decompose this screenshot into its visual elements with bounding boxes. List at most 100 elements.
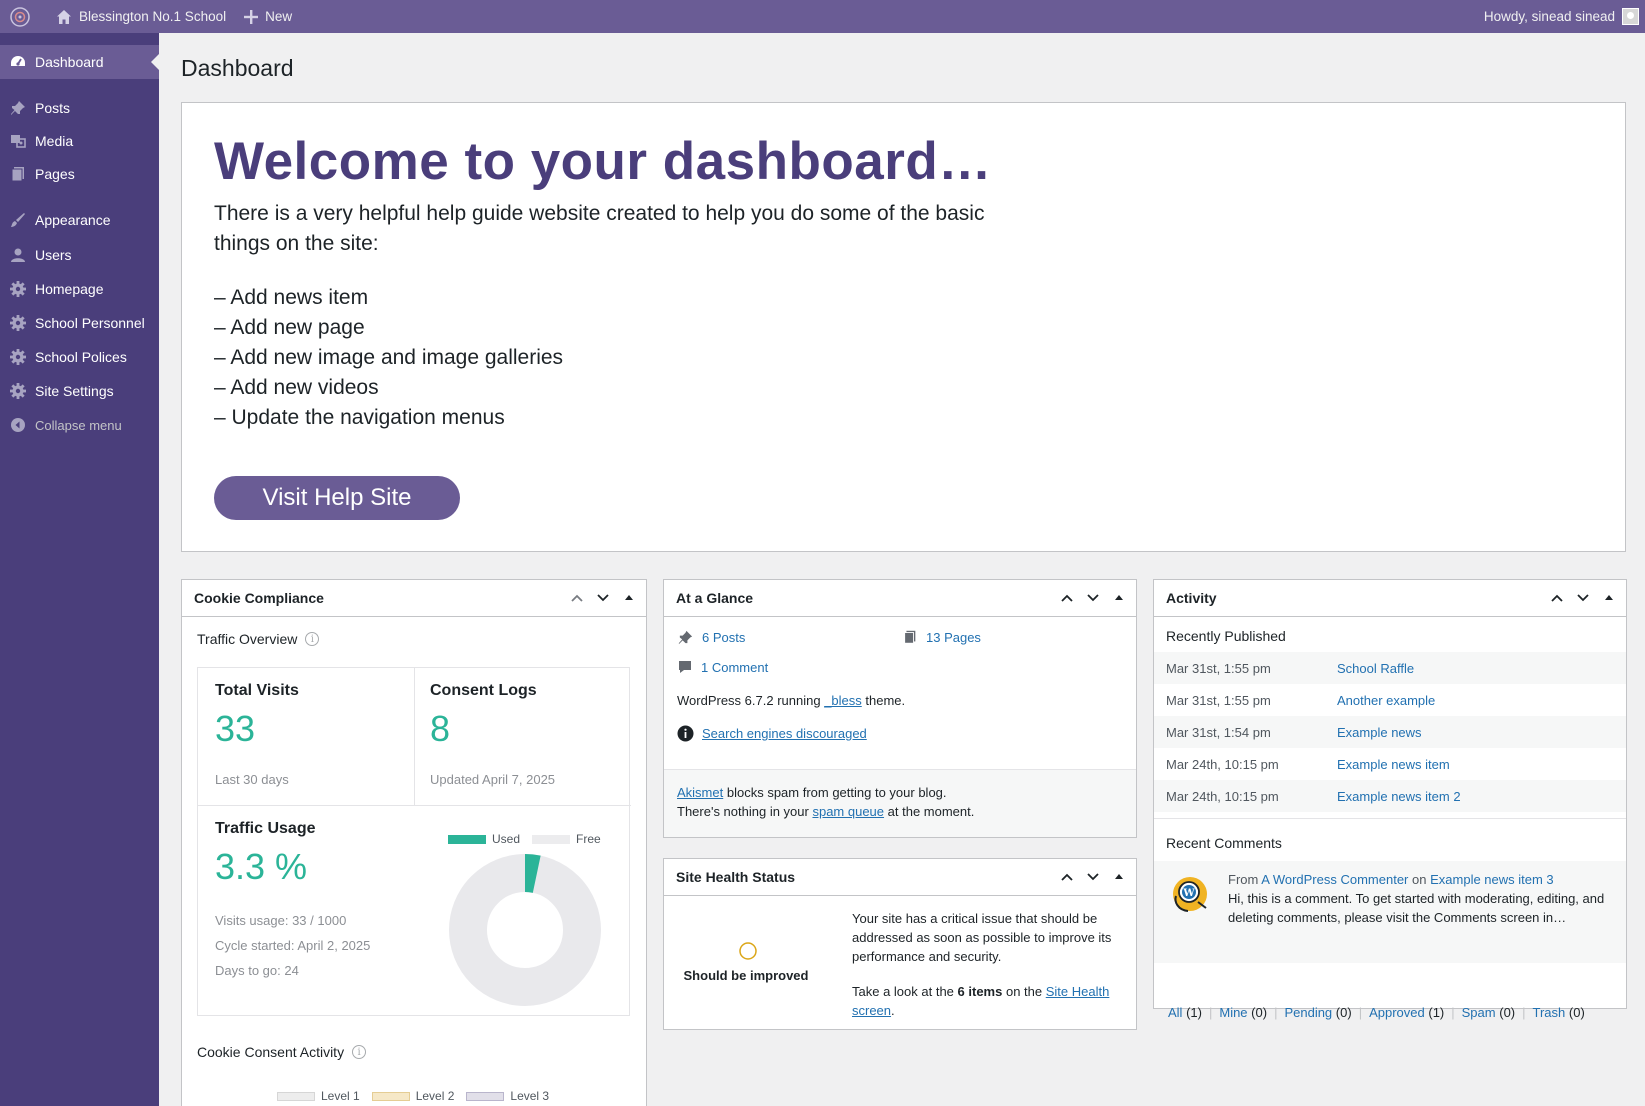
post-link[interactable]: Example news item — [1337, 757, 1450, 772]
menu-item-dashboard[interactable]: Dashboard — [0, 45, 159, 79]
menu-item-site-settings[interactable]: Site Settings — [0, 374, 159, 408]
search-engines-discouraged-link[interactable]: Search engines discouraged — [702, 726, 867, 741]
collapse-label: Collapse menu — [35, 417, 122, 433]
consent-activity-label: Cookie Consent Activity — [197, 1044, 345, 1060]
filter-mine[interactable]: Mine (0) — [1219, 1005, 1267, 1020]
posts-count-link[interactable]: 6 Posts — [677, 629, 745, 646]
widget-header: At a Glance — [664, 580, 1136, 617]
cookie-compliance-widget: Cookie Compliance Traffic Overview i Tot… — [181, 579, 647, 1106]
wp-logo-button[interactable] — [0, 0, 47, 33]
filter-pending[interactable]: Pending (0) — [1284, 1005, 1351, 1020]
list-item: Mar 31st, 1:54 pm Example news — [1154, 716, 1626, 748]
post-link[interactable]: Another example — [1337, 693, 1435, 708]
move-up-button[interactable] — [1544, 585, 1570, 611]
menu-item-homepage[interactable]: Homepage — [0, 272, 159, 306]
list-item: – Add new page — [214, 316, 365, 339]
page-title: Dashboard — [181, 55, 294, 81]
list-item: – Add news item — [214, 286, 369, 309]
at-a-glance-widget: At a Glance 6 Posts 13 Pages 1 Comment W… — [663, 579, 1137, 838]
comments-count: 1 Comment — [701, 659, 769, 675]
comment-on: on — [1412, 872, 1427, 887]
info-icon[interactable]: i — [305, 632, 320, 646]
move-up-button[interactable] — [564, 585, 590, 611]
collapse-menu-button[interactable]: Collapse menu — [0, 408, 159, 442]
menu-item-school-polices[interactable]: School Polices — [0, 340, 159, 374]
pages-count-link[interactable]: 13 Pages — [902, 629, 981, 645]
post-link[interactable]: School Raffle — [1337, 661, 1414, 676]
new-content-button[interactable]: New — [235, 0, 301, 33]
welcome-panel: Welcome to your dashboard… There is a ve… — [181, 102, 1626, 552]
level-2-swatch — [371, 1091, 410, 1101]
menu-item-school-personnel[interactable]: School Personnel — [0, 306, 159, 340]
site-name-link[interactable]: Blessington No.1 School — [47, 0, 235, 33]
traffic-usage-label: Traffic Usage — [215, 820, 316, 837]
health-take-look: Take a look at the 6 items on the Site H… — [852, 982, 1127, 1020]
total-visits-value: 33 — [215, 708, 256, 749]
spam-suffix: at the moment. — [887, 804, 975, 819]
level-3-swatch — [466, 1091, 505, 1101]
wp-version-text: WordPress 6.7.2 running — [677, 693, 821, 708]
toggle-panel-button[interactable] — [1106, 864, 1132, 890]
widget-title: At a Glance — [676, 590, 754, 606]
post-date: Mar 31st, 1:55 pm — [1166, 660, 1271, 676]
comment-author-link[interactable]: A WordPress Commenter — [1261, 872, 1408, 887]
widget-header: Site Health Status — [664, 859, 1136, 896]
legend-free: Free — [532, 832, 601, 846]
filter-spam[interactable]: Spam (0) — [1462, 1005, 1515, 1020]
on-the-text: on the — [1005, 984, 1043, 999]
menu-item-media[interactable]: Media — [0, 124, 159, 158]
move-down-button[interactable] — [1570, 585, 1596, 611]
consent-logs-value: 8 — [430, 708, 451, 749]
health-status-icon — [739, 942, 757, 960]
my-account-menu[interactable]: Howdy, sinead sinead — [1475, 0, 1645, 33]
toggle-panel-button[interactable] — [616, 585, 642, 611]
level-2-label: Level 2 — [415, 1089, 455, 1103]
comment-post-link[interactable]: Example news item 3 — [1430, 872, 1554, 887]
move-down-button[interactable] — [1080, 585, 1106, 611]
menu-item-label: Homepage — [35, 281, 104, 297]
traffic-overview-label: Traffic Overview — [197, 631, 298, 647]
commenter-avatar-icon: W — [1173, 877, 1207, 912]
spam-queue-link[interactable]: spam queue — [812, 804, 884, 819]
menu-item-appearance[interactable]: Appearance — [0, 203, 159, 237]
caret-up-icon — [1115, 874, 1123, 879]
post-link[interactable]: Example news — [1337, 725, 1422, 740]
menu-item-users[interactable]: Users — [0, 238, 159, 272]
filter-all[interactable]: All (1) — [1168, 1005, 1202, 1020]
theme-link[interactable]: _bless — [824, 693, 862, 708]
move-up-button[interactable] — [1054, 864, 1080, 890]
list-item: Mar 31st, 1:55 pm School Raffle — [1154, 652, 1626, 684]
consent-activity-heading: Cookie Consent Activity i — [197, 1044, 367, 1060]
menu-item-label: Dashboard — [35, 54, 104, 70]
chevron-up-icon — [1061, 594, 1073, 602]
activity-widget: Activity Recently Published Mar 31st, 1:… — [1153, 579, 1627, 1020]
traffic-overview-heading: Traffic Overview i — [197, 631, 320, 647]
legend-free-label: Free — [576, 832, 601, 846]
move-down-button[interactable] — [590, 585, 616, 611]
menu-item-label: School Personnel — [35, 315, 145, 331]
info-icon[interactable]: i — [352, 1045, 367, 1059]
filter-approved[interactable]: Approved (1) — [1369, 1005, 1444, 1020]
pages-count: 13 Pages — [926, 629, 981, 645]
menu-item-label: Site Settings — [35, 383, 114, 399]
chevron-up-icon — [1061, 873, 1073, 881]
move-up-button[interactable] — [1054, 585, 1080, 611]
filter-trash[interactable]: Trash (0) — [1533, 1005, 1585, 1020]
recently-published-heading: Recently Published — [1166, 628, 1286, 644]
legend-used-label: Used — [492, 832, 521, 846]
menu-item-pages[interactable]: Pages — [0, 157, 159, 191]
menu-item-label: Pages — [35, 166, 75, 182]
menu-item-posts[interactable]: Posts — [0, 91, 159, 125]
post-date: Mar 31st, 1:55 pm — [1166, 692, 1271, 708]
visit-help-site-button[interactable]: Visit Help Site — [214, 476, 460, 520]
move-down-button[interactable] — [1080, 864, 1106, 890]
akismet-link[interactable]: Akismet — [677, 785, 723, 800]
post-link[interactable]: Example news item 2 — [1337, 789, 1461, 804]
comments-count-link[interactable]: 1 Comment — [677, 659, 768, 675]
akismet-desc: blocks spam from getting to your blog. — [726, 785, 947, 800]
toggle-panel-button[interactable] — [1596, 585, 1622, 611]
toggle-panel-button[interactable] — [1106, 585, 1132, 611]
list-item: – Add new videos — [214, 376, 379, 399]
traffic-usage-stat: Traffic Usage 3.3 % Visits usage: 33 / 1… — [215, 820, 370, 983]
list-item: – Add new image and image galleries — [214, 346, 564, 369]
